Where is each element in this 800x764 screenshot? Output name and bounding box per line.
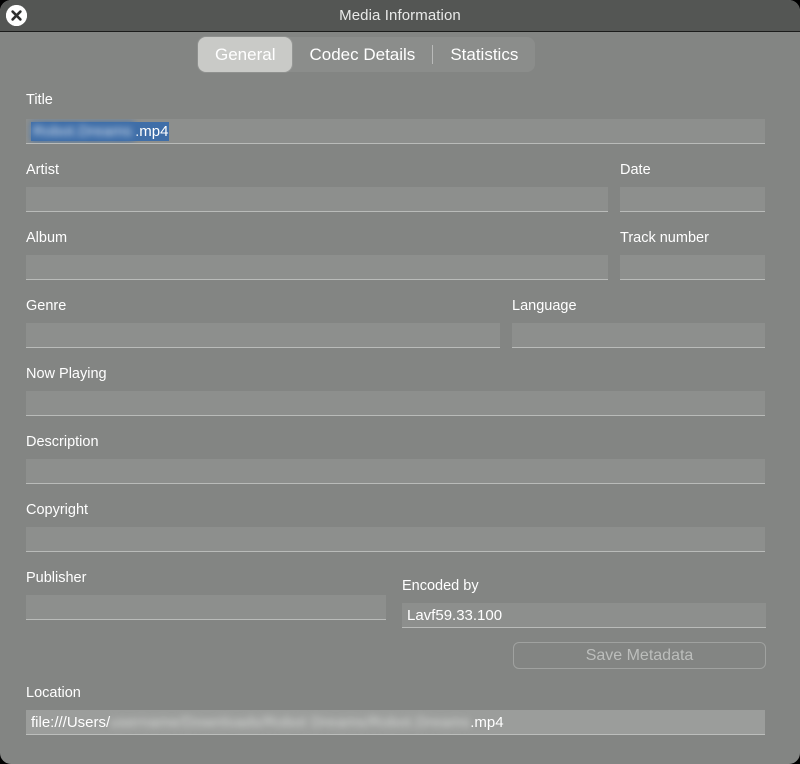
title-redacted-text: Robot.Dreams xyxy=(31,122,134,141)
description-input[interactable] xyxy=(26,459,765,484)
segmented-control: General Codec Details Statistics xyxy=(198,37,535,72)
title-visible-extension: .mp4 xyxy=(134,122,169,141)
tab-bar: General Codec Details Statistics xyxy=(0,33,800,77)
label-track-number: Track number xyxy=(620,229,709,247)
save-metadata-button[interactable]: Save Metadata xyxy=(513,642,766,669)
label-title: Title xyxy=(26,91,53,109)
label-now-playing: Now Playing xyxy=(26,365,107,383)
label-encoded-by: Encoded by xyxy=(402,577,479,595)
tab-general[interactable]: General xyxy=(198,37,292,72)
label-artist: Artist xyxy=(26,161,59,179)
location-redacted-path: username/Downloads/Robot Dreams/Robot.Dr… xyxy=(110,714,470,731)
label-copyright: Copyright xyxy=(26,501,88,519)
date-input[interactable] xyxy=(620,187,765,212)
location-extension: .mp4 xyxy=(470,714,503,731)
label-description: Description xyxy=(26,433,99,451)
label-language: Language xyxy=(512,297,577,315)
title-input[interactable]: Robot.Dreams.mp4 xyxy=(26,119,765,144)
encoded-by-input[interactable]: Lavf59.33.100 xyxy=(402,603,766,628)
label-publisher: Publisher xyxy=(26,569,86,587)
publisher-input[interactable] xyxy=(26,595,386,620)
media-information-window: Media Information General Codec Details … xyxy=(0,0,800,764)
copyright-input[interactable] xyxy=(26,527,765,552)
title-selection: Robot.Dreams.mp4 xyxy=(31,122,169,141)
language-input[interactable] xyxy=(512,323,765,348)
tab-statistics[interactable]: Statistics xyxy=(433,37,535,72)
album-input[interactable] xyxy=(26,255,608,280)
label-genre: Genre xyxy=(26,297,66,315)
artist-input[interactable] xyxy=(26,187,608,212)
tab-codec-details[interactable]: Codec Details xyxy=(292,37,432,72)
genre-input[interactable] xyxy=(26,323,500,348)
label-date: Date xyxy=(620,161,651,179)
general-form: Title Robot.Dreams.mp4 Artist Date Album… xyxy=(0,77,800,764)
window-titlebar: Media Information xyxy=(0,0,800,32)
window-title: Media Information xyxy=(0,0,800,31)
label-location: Location xyxy=(26,684,81,702)
now-playing-input[interactable] xyxy=(26,391,765,416)
location-prefix: file:///Users/ xyxy=(31,714,110,731)
label-album: Album xyxy=(26,229,67,247)
location-input[interactable]: file:///Users/username/Downloads/Robot D… xyxy=(26,710,765,735)
track-number-input[interactable] xyxy=(620,255,765,280)
